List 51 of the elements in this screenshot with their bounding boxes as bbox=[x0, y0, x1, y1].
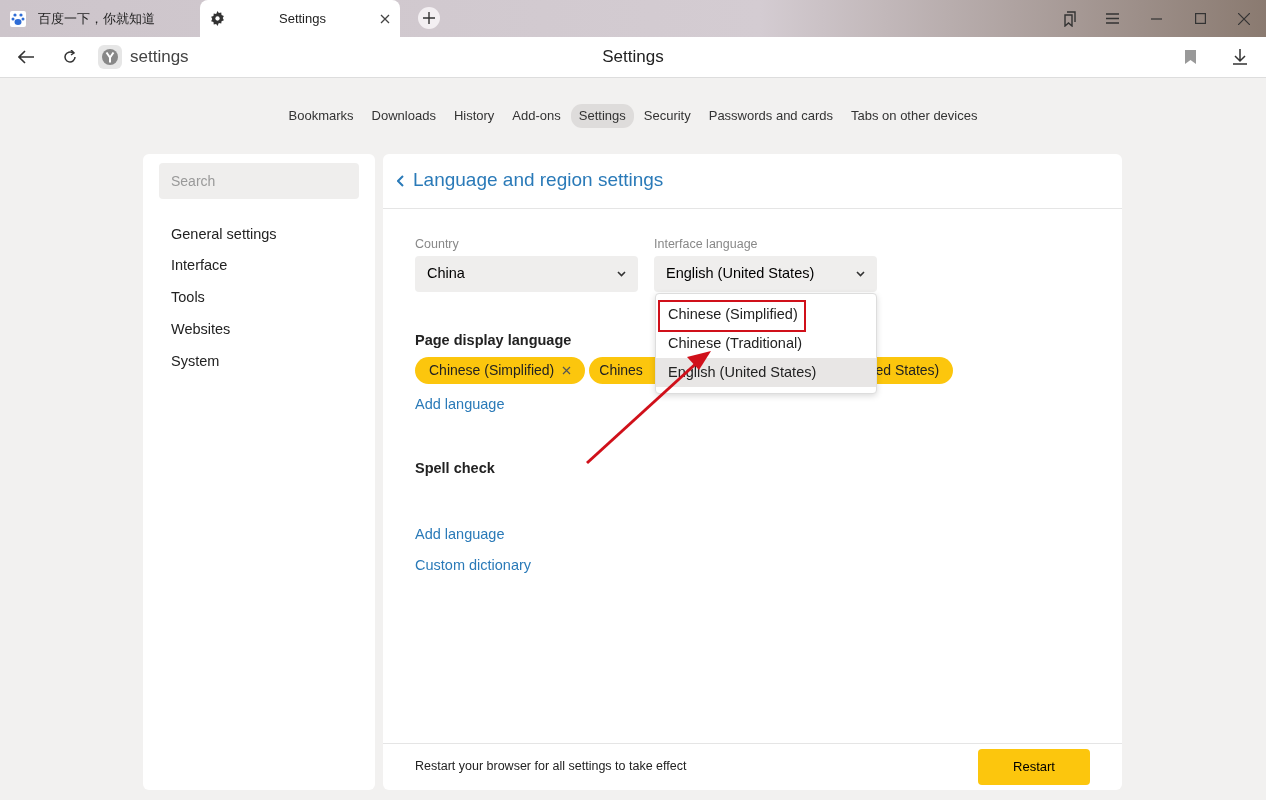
menu-icon bbox=[1105, 13, 1119, 24]
sidebar-item[interactable]: Websites bbox=[171, 313, 231, 346]
dropdown-field[interactable]: China bbox=[415, 256, 638, 293]
language-chip: Chinese (Simplified) bbox=[415, 357, 586, 384]
maximize-icon bbox=[1194, 13, 1206, 24]
browser-tab[interactable]: 百度一下，你就知道 bbox=[0, 0, 200, 37]
section-heading: Spell check bbox=[415, 458, 495, 478]
download-icon bbox=[1233, 49, 1247, 65]
search-field[interactable]: Search bbox=[159, 162, 359, 199]
nav-tab[interactable]: History bbox=[445, 104, 503, 128]
plus-icon bbox=[423, 12, 435, 24]
chevron-down-icon bbox=[856, 271, 865, 278]
restart-button[interactable]: Restart bbox=[978, 748, 1090, 785]
close-icon bbox=[1238, 12, 1250, 25]
close-icon[interactable] bbox=[380, 13, 390, 24]
field-label: Country bbox=[415, 235, 460, 253]
reload-icon bbox=[63, 50, 77, 64]
dropdown-option[interactable]: Chinese (Traditional) bbox=[656, 328, 876, 358]
sidebar-item[interactable]: General settings bbox=[171, 218, 277, 251]
dropdown-option[interactable]: Chinese (Simplified) bbox=[656, 299, 876, 329]
sidebar-item[interactable]: System bbox=[171, 345, 220, 378]
remove-icon[interactable] bbox=[562, 366, 572, 375]
nav-tab[interactable]: Tabs on other devices bbox=[843, 104, 986, 128]
bookmark-icon bbox=[1184, 50, 1196, 64]
browser-tab[interactable]: Settings bbox=[200, 0, 400, 37]
minimize-icon bbox=[1150, 17, 1162, 20]
back-arrow-icon bbox=[18, 50, 34, 64]
field-label: Interface language bbox=[654, 235, 759, 253]
sidebar-item[interactable]: Interface bbox=[171, 250, 228, 282]
paw-icon bbox=[10, 10, 26, 27]
nav-tab[interactable]: Settings bbox=[570, 104, 634, 128]
nav-tab[interactable]: Security bbox=[635, 104, 699, 128]
page-title: Settings bbox=[602, 47, 664, 67]
nav-tab[interactable]: Downloads bbox=[363, 104, 444, 128]
section-heading: Page display language bbox=[415, 331, 572, 351]
chevron-down-icon bbox=[617, 271, 626, 278]
sidebar-item[interactable]: Tools bbox=[171, 282, 205, 314]
address-text[interactable]: settings bbox=[130, 44, 189, 70]
nav-tab[interactable]: Bookmarks bbox=[280, 104, 362, 128]
restart-notice: Restart your browser for all settings to take effect bbox=[415, 758, 687, 776]
settings-link[interactable]: Custom dictionary bbox=[415, 555, 532, 577]
back-chevron-icon[interactable] bbox=[397, 174, 405, 187]
nav-tab[interactable]: Add-ons bbox=[504, 104, 569, 128]
browser-logo-icon bbox=[98, 45, 122, 69]
gear-icon bbox=[210, 11, 225, 26]
section-title: Language and region settings bbox=[413, 168, 664, 193]
settings-link[interactable]: Add language bbox=[415, 523, 505, 546]
nav-tab[interactable]: Passwords and cards bbox=[700, 104, 841, 128]
dropdown-field[interactable]: English (United States) bbox=[654, 256, 877, 293]
new-tab-button[interactable] bbox=[418, 7, 440, 29]
add-language-link[interactable]: Add language bbox=[415, 394, 505, 416]
